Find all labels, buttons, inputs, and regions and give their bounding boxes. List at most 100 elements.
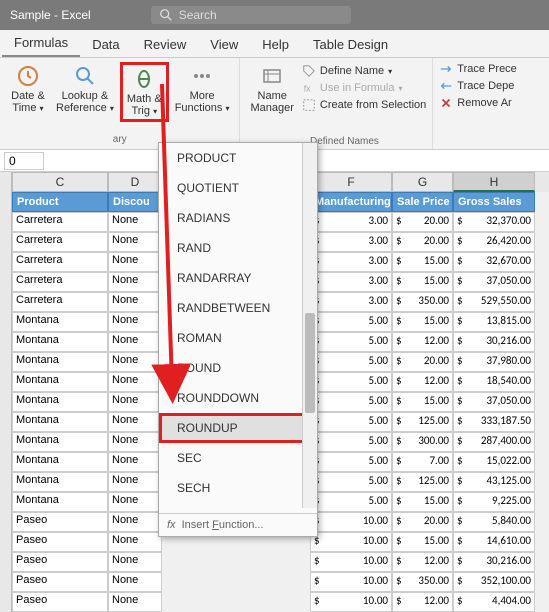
date-time-button[interactable]: Date & Time ▾ [6,62,50,122]
cell[interactable]: 20.00 [392,232,453,252]
cell[interactable]: 20.00 [392,512,453,532]
cell[interactable]: Carretera [12,292,108,312]
cell[interactable]: 10.00 [310,512,392,532]
cell[interactable]: 529,550.00 [453,292,535,312]
cell[interactable]: 125.00 [392,472,453,492]
menu-item-product[interactable]: PRODUCT [159,143,317,173]
cell[interactable]: 5.00 [310,452,392,472]
define-name-button[interactable]: Define Name ▾ [302,64,426,78]
cell[interactable]: Montana [12,332,108,352]
cell[interactable]: 10.00 [310,572,392,592]
search-box[interactable]: Search [151,6,351,24]
cell[interactable]: 15.00 [392,492,453,512]
header-gross[interactable]: Gross Sales [453,192,535,212]
header-sale[interactable]: Sale Price [392,192,453,212]
cell[interactable]: 30,216.00 [453,552,535,572]
cell[interactable]: None [108,452,162,472]
tab-review[interactable]: Review [132,32,199,57]
scroll-thumb[interactable] [305,313,315,413]
cell[interactable]: 12.00 [392,332,453,352]
col-header-f[interactable]: F [310,172,392,192]
cell[interactable]: 300.00 [392,432,453,452]
cell[interactable]: 5.00 [310,492,392,512]
menu-item-randbetween[interactable]: RANDBETWEEN [159,293,317,323]
menu-item-rounddown[interactable]: ROUNDDOWN [159,383,317,413]
cell[interactable]: Montana [12,492,108,512]
cell[interactable]: None [108,372,162,392]
cell[interactable]: 12.00 [392,592,453,612]
cell[interactable]: None [108,472,162,492]
cell[interactable]: Carretera [12,252,108,272]
cell[interactable]: 32,370.00 [453,212,535,232]
name-box[interactable]: 0 [4,152,44,170]
cell[interactable]: 125.00 [392,412,453,432]
menu-item-sequence[interactable]: SEQUENCE [159,503,317,513]
cell[interactable]: None [108,412,162,432]
cell[interactable]: 12.00 [392,552,453,572]
cell[interactable]: 350.00 [392,292,453,312]
cell[interactable]: 13,815.00 [453,312,535,332]
cell[interactable]: 15.00 [392,312,453,332]
menu-item-sec[interactable]: SEC [159,443,317,473]
cell[interactable]: None [108,292,162,312]
cell[interactable]: None [108,432,162,452]
cell[interactable]: None [108,212,162,232]
cell[interactable]: 26,420.00 [453,232,535,252]
cell[interactable]: None [108,392,162,412]
cell[interactable]: 3.00 [310,252,392,272]
cell[interactable]: 15.00 [392,272,453,292]
cell[interactable]: None [108,552,162,572]
cell[interactable]: Montana [12,432,108,452]
cell[interactable]: None [108,492,162,512]
cell[interactable]: None [108,232,162,252]
cell[interactable]: Montana [12,412,108,432]
cell[interactable]: None [108,532,162,552]
header-mfg[interactable]: Manufacturing [310,192,392,212]
cell[interactable]: 10.00 [310,552,392,572]
cell[interactable]: 3.00 [310,272,392,292]
cell[interactable]: 20.00 [392,352,453,372]
cell[interactable]: 5.00 [310,372,392,392]
cell[interactable]: Montana [12,312,108,332]
header-product[interactable]: Product [12,192,108,212]
cell[interactable]: 333,187.50 [453,412,535,432]
tab-data[interactable]: Data [80,32,131,57]
cell[interactable]: 3.00 [310,212,392,232]
create-from-selection-button[interactable]: Create from Selection [302,98,426,112]
name-manager-button[interactable]: Name Manager [246,62,297,116]
menu-item-roundup[interactable]: ROUNDUP [159,413,317,443]
trace-precedents-button[interactable]: Trace Prece [439,62,517,76]
cell[interactable]: 15.00 [392,252,453,272]
cell[interactable]: 5.00 [310,352,392,372]
header-discount[interactable]: Discou [108,192,162,212]
cell[interactable]: Montana [12,372,108,392]
cell[interactable]: 43,125.00 [453,472,535,492]
cell[interactable]: 7.00 [392,452,453,472]
cell[interactable]: 5.00 [310,392,392,412]
cell[interactable]: None [108,312,162,332]
menu-scrollbar[interactable] [302,143,317,508]
menu-item-radians[interactable]: RADIANS [159,203,317,233]
cell[interactable]: 5.00 [310,472,392,492]
cell[interactable]: 15.00 [392,532,453,552]
lookup-reference-button[interactable]: Lookup & Reference ▾ [52,62,118,122]
cell[interactable]: None [108,512,162,532]
cell[interactable]: Carretera [12,272,108,292]
cell[interactable]: 30,216.00 [453,332,535,352]
cell[interactable]: 287,400.00 [453,432,535,452]
cell[interactable]: 15,022.00 [453,452,535,472]
more-functions-button[interactable]: More Functions ▾ [171,62,234,122]
cell[interactable]: None [108,592,162,612]
cell[interactable]: 352,100.00 [453,572,535,592]
cell[interactable]: Paseo [12,592,108,612]
cell[interactable]: Paseo [12,572,108,592]
remove-arrows-button[interactable]: Remove Ar [439,96,517,110]
col-header-g[interactable]: G [392,172,453,192]
cell[interactable]: 3.00 [310,292,392,312]
math-trig-button[interactable]: Math & Trig ▾ [120,62,169,122]
cell[interactable]: None [108,352,162,372]
cell[interactable]: 20.00 [392,212,453,232]
tab-table-design[interactable]: Table Design [301,32,400,57]
cell[interactable]: Carretera [12,212,108,232]
cell[interactable]: 5,840.00 [453,512,535,532]
